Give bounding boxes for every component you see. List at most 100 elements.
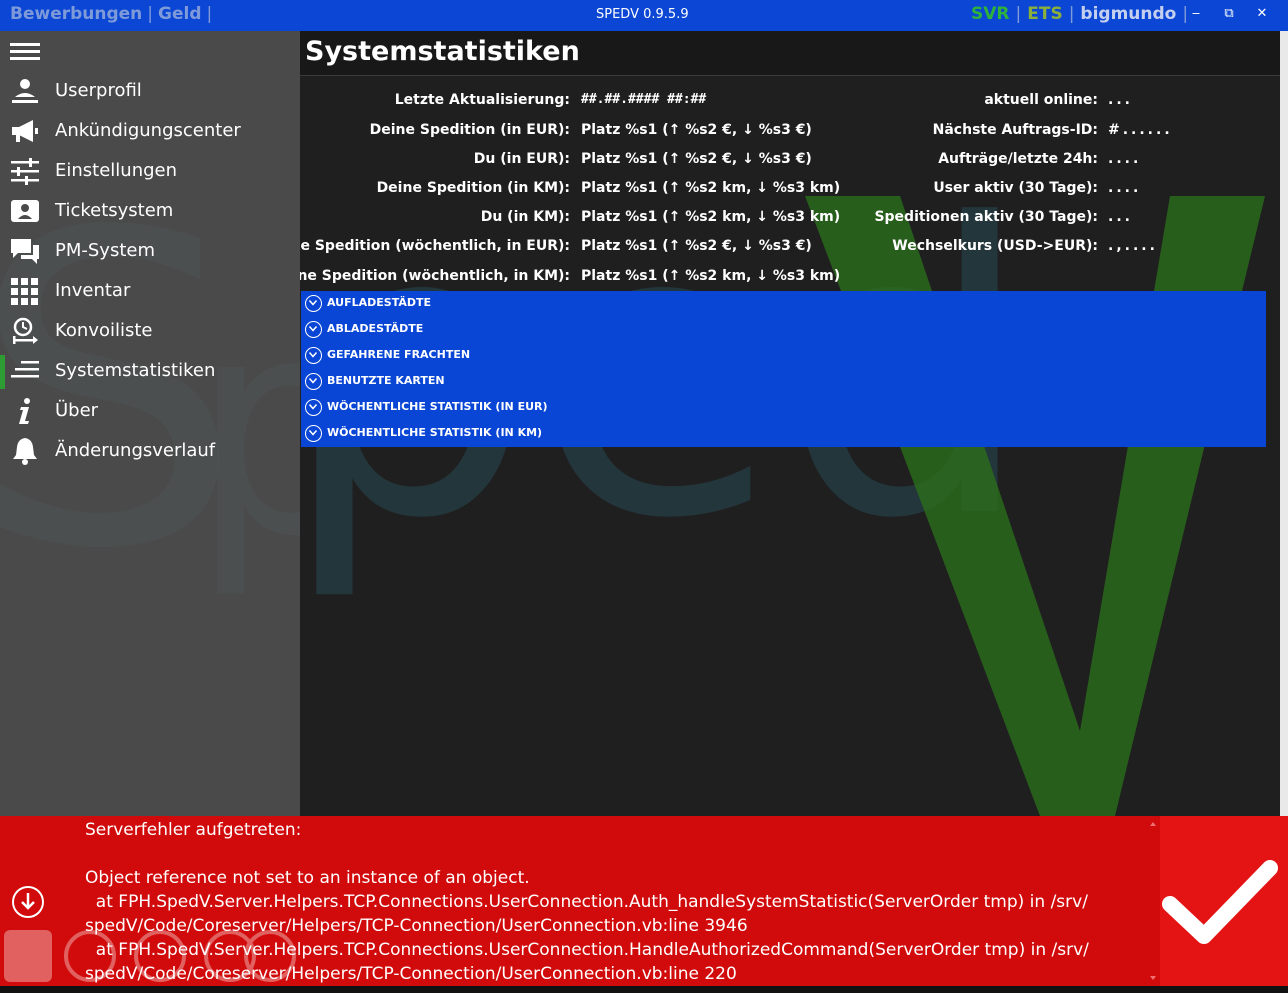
error-banner: Serverfehler aufgetreten: Object referen… (0, 816, 1288, 986)
close-button[interactable]: ✕ (1252, 6, 1272, 24)
sidebar-item-userprofil[interactable]: Userprofil (0, 73, 300, 109)
stat-value-wechselkurs: .,.... (1108, 238, 1158, 254)
link-ets[interactable]: ETS (1027, 4, 1062, 24)
stat-label-speditionen-aktiv: Speditionen aktiv (30 Tage): (874, 209, 1098, 225)
chevron-down-icon (305, 373, 322, 390)
active-indicator (0, 355, 5, 389)
stat-label-du-km: Du (in KM): (480, 209, 570, 225)
info-icon (19, 398, 30, 424)
chevron-down-icon (305, 347, 322, 364)
sidebar-item-ticketsystem[interactable]: Ticketsystem (0, 193, 300, 229)
sidebar-item-ueber[interactable]: Über (0, 393, 300, 429)
stat-label-spedition-eur: Deine Spedition (in EUR): (369, 122, 570, 138)
window-title: SPEDV 0.9.5.9 (596, 7, 689, 22)
user-icon (12, 79, 38, 103)
main-content: ped Systemstatistiken Letzte Aktualisier… (300, 31, 1288, 816)
section-weekly-eur[interactable]: WÖCHENTLICHE STATISTIK (IN EUR) (301, 395, 1266, 421)
stat-label-spedition-km: Deine Spedition (in KM): (376, 180, 570, 196)
vertical-scrollbar[interactable] (1280, 31, 1288, 816)
grid-icon (11, 278, 38, 305)
sidebar-item-label: Systemstatistiken (55, 360, 216, 381)
error-line: spedV/Code/Coreserver/Helpers/TCP-Connec… (85, 916, 748, 936)
sidebar-item-label: Einstellungen (55, 160, 178, 181)
checkmark-icon (1162, 860, 1278, 944)
stat-sections: AUFLADESTÄDTE ABLADESTÄDTE GEFAHRENE FRA… (301, 291, 1266, 447)
stat-value-spedition-eur: Platz %s1 (↑ %s2 €, ↓ %s3 €) (581, 122, 812, 138)
section-label: BENUTZTE KARTEN (327, 374, 445, 387)
stat-label-du-eur: Du (in EUR): (473, 151, 570, 167)
section-label: GEFAHRENE FRACHTEN (327, 348, 471, 361)
sliders-icon (11, 158, 39, 185)
error-line: Object reference not set to an instance … (85, 868, 530, 888)
stat-label-online: aktuell online: (984, 92, 1098, 108)
stat-label-spedition-weekly-eur: Deine Spedition (wöchentlich, in EUR): (300, 238, 570, 254)
stat-label-wechselkurs: Wechselkurs (USD->EUR): (892, 238, 1098, 254)
sidebar-item-inventar[interactable]: Inventar (0, 273, 300, 309)
sidebar-item-label: PM-System (55, 240, 156, 261)
section-label: ABLADESTÄDTE (327, 322, 424, 335)
sidebar: S p Userprofil Ankündigungscenter Einste… (0, 31, 300, 816)
stat-value-du-km: Platz %s1 (↑ %s2 km, ↓ %s3 km) (581, 209, 841, 225)
top-links-left: Bewerbungen | Geld | (10, 4, 213, 24)
error-message: Serverfehler aufgetreten: Object referen… (85, 818, 1150, 986)
confirm-error-button[interactable] (1160, 816, 1288, 986)
bell-icon (13, 438, 37, 465)
link-svr[interactable]: SVR (971, 4, 1010, 24)
sidebar-item-konvoiliste[interactable]: Konvoiliste (0, 313, 300, 349)
sidebar-item-label: Über (55, 400, 99, 421)
sidebar-item-label: Inventar (55, 280, 131, 301)
megaphone-icon (12, 120, 38, 142)
stat-label-spedition-weekly-km: Deine Spedition (wöchentlich, in KM): (300, 268, 570, 284)
stat-label-auftrags-id: Nächste Auftrags-ID: (932, 122, 1098, 138)
page-header: Systemstatistiken (300, 31, 1288, 76)
list-icon (11, 361, 39, 378)
section-aufladestaedte[interactable]: AUFLADESTÄDTE (301, 291, 1266, 317)
link-bigmundo[interactable]: bigmundo (1080, 4, 1176, 24)
link-bewerbungen[interactable]: Bewerbungen (10, 4, 142, 24)
chevron-down-icon (305, 321, 322, 338)
sidebar-item-label: Ticketsystem (55, 200, 174, 221)
section-label: WÖCHENTLICHE STATISTIK (IN KM) (327, 426, 543, 439)
section-label: WÖCHENTLICHE STATISTIK (IN EUR) (327, 400, 548, 413)
section-abladestaedte[interactable]: ABLADESTÄDTE (301, 317, 1266, 343)
section-benutzte-karten[interactable]: BENUTZTE KARTEN (301, 369, 1266, 395)
bottom-strip (0, 986, 1288, 993)
stat-value-spedition-weekly-km: Platz %s1 (↑ %s2 km, ↓ %s3 km) (581, 268, 841, 284)
sidebar-item-ankuendigungscenter[interactable]: Ankündigungscenter (0, 113, 300, 149)
title-bar: Bewerbungen | Geld | SPEDV 0.9.5.9 SVR | ETS |… (0, 0, 1288, 31)
error-scrollbar[interactable] (1148, 820, 1158, 982)
error-blank-line (85, 842, 1150, 866)
section-weekly-km[interactable]: WÖCHENTLICHE STATISTIK (IN KM) (301, 421, 1266, 447)
chat-icon (11, 239, 39, 264)
scroll-down-icon[interactable] (12, 886, 44, 918)
error-line: spedV/Code/Coreserver/Helpers/TCP-Connec… (85, 964, 737, 984)
sidebar-item-aenderungsverlauf[interactable]: Änderungsverlauf (0, 433, 300, 469)
stat-label-auftraege-24h: Aufträge/letzte 24h: (938, 151, 1098, 167)
sidebar-item-systemstatistiken[interactable]: Systemstatistiken (0, 353, 300, 389)
error-line: at FPH.SpedV.Server.Helpers.TCP.Connecti… (85, 940, 1089, 960)
stat-value-spedition-km: Platz %s1 (↑ %s2 km, ↓ %s3 km) (581, 180, 841, 196)
sidebar-item-pm-system[interactable]: PM-System (0, 233, 300, 269)
menu-icon[interactable] (10, 43, 40, 61)
sidebar-item-label: Änderungsverlauf (55, 440, 216, 461)
restore-button[interactable]: ⧉ (1219, 6, 1239, 24)
page-title: Systemstatistiken (305, 36, 580, 67)
minimize-button[interactable]: ‒ (1186, 6, 1206, 24)
convoy-icon (13, 317, 38, 344)
sidebar-item-label: Ankündigungscenter (55, 120, 241, 141)
top-links-right: SVR | ETS | bigmundo | (971, 4, 1189, 24)
link-geld[interactable]: Geld (158, 4, 201, 24)
ticket-icon (11, 200, 39, 222)
stat-value-auftraege-24h: .... (1108, 151, 1142, 167)
sidebar-item-einstellungen[interactable]: Einstellungen (0, 153, 300, 189)
stat-value-speditionen-aktiv: ... (1108, 209, 1133, 225)
section-label: AUFLADESTÄDTE (327, 296, 432, 309)
stat-value-letzte-aktualisierung: ##.##.#### ##:## (581, 92, 707, 107)
stat-value-user-aktiv: .... (1108, 180, 1142, 196)
stat-value-spedition-weekly-eur: Platz %s1 (↑ %s2 €, ↓ %s3 €) (581, 238, 812, 254)
chevron-down-icon (305, 425, 322, 442)
chevron-down-icon (305, 295, 322, 312)
section-gefahrene-frachten[interactable]: GEFAHRENE FRACHTEN (301, 343, 1266, 369)
stat-value-du-eur: Platz %s1 (↑ %s2 €, ↓ %s3 €) (581, 151, 812, 167)
error-line: at FPH.SpedV.Server.Helpers.TCP.Connecti… (85, 892, 1088, 912)
